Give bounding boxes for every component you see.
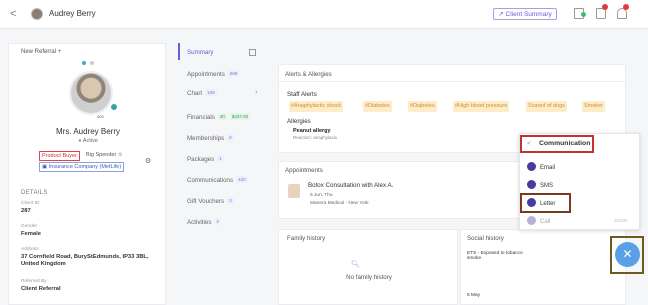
- count-badge: 0: [227, 134, 234, 141]
- allergies-heading: Allergies: [287, 118, 311, 125]
- count-badge: 1: [217, 155, 224, 162]
- back-icon[interactable]: <: [10, 8, 16, 20]
- tab-activities[interactable]: Activities 2: [187, 218, 221, 226]
- staff-alerts-heading: Staff Alerts: [287, 91, 317, 98]
- patient-name: Audrey Berry: [49, 9, 96, 18]
- alert-tag: Smoker: [582, 101, 605, 112]
- card-title: Alerts & Allergies: [285, 71, 332, 78]
- tab-packages[interactable]: Packages 1: [187, 155, 224, 163]
- count-badge: 3: [227, 197, 234, 204]
- alert-tag: #Diabetes: [363, 101, 392, 112]
- empty-state-text: No family history: [346, 274, 392, 281]
- notification-badge: [623, 4, 629, 10]
- chevron-left-icon[interactable]: <: [527, 137, 531, 151]
- appointment-date: 6 Jun, Thu: [310, 193, 333, 198]
- alert-tag: #High blood pressure: [453, 101, 510, 112]
- allergy-reaction: Reaction: anaphylaxis: [293, 135, 338, 140]
- appointment-location: Manera Medical - New York: [310, 201, 369, 206]
- menu-item-email[interactable]: Email: [527, 162, 555, 173]
- alert-tag: Scared of dogs: [526, 101, 567, 112]
- card-title: Family history: [287, 235, 326, 242]
- grid-icon[interactable]: [249, 49, 256, 56]
- family-history-card: Family history 🔍︎ No family history: [278, 229, 458, 305]
- section-tabs: Summary Appointments 569 Chart 109 › Finan…: [178, 43, 266, 305]
- pager-dot[interactable]: [90, 61, 94, 65]
- tab-chart[interactable]: Chart 109: [187, 89, 217, 97]
- email-icon: [527, 162, 536, 171]
- client-id-value: 287: [21, 208, 31, 214]
- gender-label: Gender: [21, 224, 37, 229]
- tab-gift-vouchers[interactable]: Gift Vouchers 3: [187, 197, 234, 205]
- tab-summary[interactable]: Summary: [187, 49, 213, 56]
- count-badge: 569: [227, 70, 240, 77]
- tab-appointments[interactable]: Appointments 569: [187, 70, 240, 78]
- notification-badge: [602, 4, 608, 10]
- active-tab-indicator: [178, 43, 180, 60]
- carousel-pager[interactable]: [82, 52, 98, 70]
- chevron-right-icon[interactable]: ›: [255, 87, 258, 96]
- count-badge: 40: [217, 113, 227, 120]
- insurance-tag[interactable]: ▣ Insurance Company (MetLife): [39, 162, 125, 172]
- client-summary-button[interactable]: ↗ Client Summary: [493, 8, 557, 20]
- profile-status: ● Active: [78, 138, 98, 144]
- social-entry: ETS - Exposed to tobacco smoke: [467, 251, 523, 261]
- address-value: 37 Cornfield Road, BuryStEdmunds, IP33 3…: [21, 254, 149, 267]
- details-heading: DETAILS: [21, 190, 48, 196]
- allergy-name: Peanut allergy: [293, 128, 331, 134]
- top-bar: < Audrey Berry ↗ Client Summary: [0, 0, 648, 29]
- insurance-icon: ▣: [42, 164, 49, 170]
- count-badge: 420: [236, 176, 248, 183]
- communication-menu: < Communication Email SMS Letter Call SO…: [519, 133, 640, 230]
- tab-financials[interactable]: Financials 40 $437.00: [187, 113, 251, 121]
- practitioner-avatar: [288, 184, 300, 198]
- new-referral-button[interactable]: New Referral +: [21, 49, 61, 55]
- menu-item-sms[interactable]: SMS: [527, 180, 553, 191]
- card-title: Appointments: [285, 167, 323, 174]
- status-dot: [581, 12, 586, 17]
- count-badge: 2: [214, 218, 221, 225]
- profile-photo[interactable]: [69, 71, 113, 115]
- tag-product-buyer[interactable]: Product Buyer: [39, 151, 80, 161]
- profile-panel: New Referral + 000 Mrs. Audrey Berry ● A…: [8, 43, 166, 305]
- letter-icon: [527, 198, 536, 207]
- balance-badge: $437.00: [229, 113, 251, 120]
- settings-icon[interactable]: ⚙: [145, 157, 151, 165]
- client-id-label: Client ID: [21, 201, 40, 206]
- menu-item-letter[interactable]: Letter: [527, 198, 555, 209]
- photo-id: 000: [97, 114, 104, 119]
- alert-tag: #Diabetes: [408, 101, 437, 112]
- card-title: Social history: [467, 235, 504, 242]
- pager-dot-active[interactable]: [82, 61, 86, 65]
- address-label: Address: [21, 247, 39, 252]
- social-history-card: Social history ETS - Exposed to tobacco …: [460, 229, 626, 305]
- tag-big-spender[interactable]: Big Spender ⊗: [86, 152, 122, 158]
- menu-item-call[interactable]: Call: [527, 216, 550, 227]
- communication-header[interactable]: < Communication: [520, 135, 594, 153]
- avatar: [31, 8, 43, 20]
- divider: [279, 81, 625, 82]
- search-icon: 🔍︎: [351, 261, 360, 268]
- close-fab-button[interactable]: ✕: [615, 242, 640, 267]
- count-badge: 109: [205, 89, 217, 96]
- referred-by-label: Referred By: [21, 279, 47, 284]
- social-date: 5 May: [467, 293, 481, 298]
- alert-tag: #Anaphylactic shock: [289, 101, 344, 112]
- profile-name: Mrs. Audrey Berry: [55, 127, 120, 136]
- gender-value: Female: [21, 231, 41, 237]
- call-icon: [527, 216, 536, 225]
- remove-tag-icon[interactable]: ⊗: [118, 152, 123, 158]
- online-indicator: [110, 103, 118, 111]
- tab-communications[interactable]: Communications 420: [187, 176, 248, 184]
- appointment-title[interactable]: Botox Consultation with Alex A.: [308, 182, 393, 189]
- soon-badge: SOON: [614, 218, 628, 223]
- close-icon: ✕: [622, 247, 633, 261]
- tab-memberships[interactable]: Memberships 0: [187, 134, 234, 142]
- sms-icon: [527, 180, 536, 189]
- referred-by-value: Client Referral: [21, 286, 61, 292]
